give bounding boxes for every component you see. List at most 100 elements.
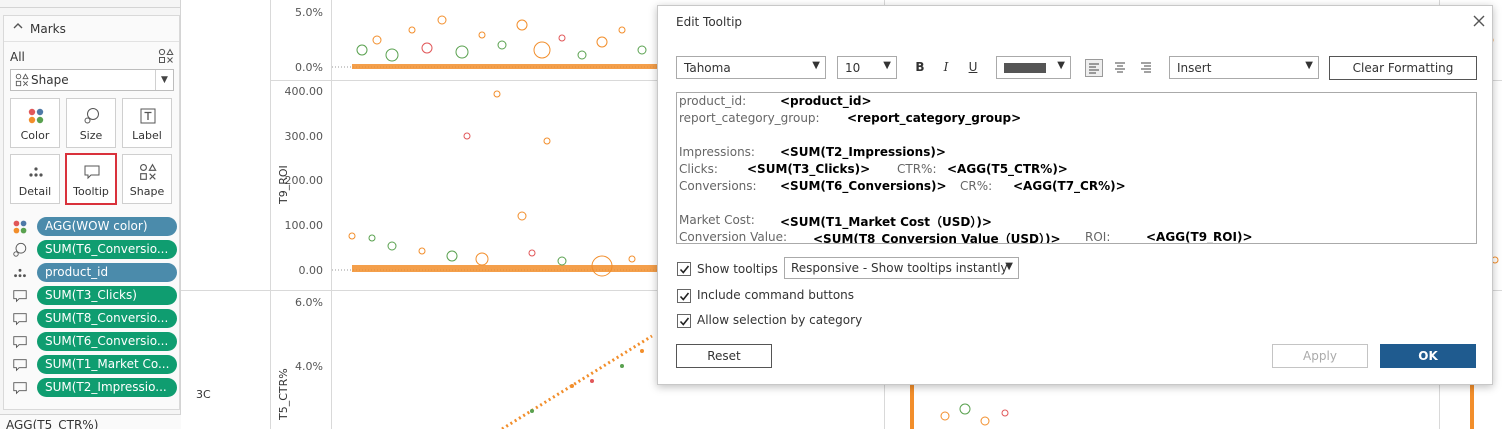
align-center-icon[interactable] bbox=[1112, 59, 1130, 77]
font-family-select[interactable]: Tahoma ▼ bbox=[676, 56, 826, 79]
next-card-title: AGG(T5_CTR%) bbox=[6, 418, 99, 429]
field-pill[interactable]: SUM(T6_Conversio... bbox=[37, 332, 177, 351]
axis-tick-label: 300.00 bbox=[284, 130, 324, 143]
font-size-value: 10 bbox=[845, 61, 861, 75]
chevron-down-icon[interactable]: ▼ bbox=[155, 70, 173, 90]
size-icon bbox=[12, 242, 28, 258]
marks-all-label: All bbox=[10, 50, 25, 64]
insert-menu[interactable]: Insert ▼ bbox=[1169, 56, 1319, 79]
tooltip-text: report_category_group: bbox=[679, 111, 820, 125]
reset-button[interactable]: Reset bbox=[676, 344, 772, 368]
axis-tick-label: 0.0% bbox=[295, 61, 323, 74]
font-family-value: Tahoma bbox=[684, 61, 731, 75]
axis-title-roi: T9_ROI bbox=[277, 165, 290, 204]
tooltip-text: CR%: bbox=[960, 179, 993, 193]
tooltip-field: <report_category_group> bbox=[847, 111, 1022, 125]
marks-pill-row[interactable]: SUM(T6_Conversio... bbox=[10, 240, 178, 260]
marks-card-header[interactable]: Marks bbox=[4, 16, 179, 42]
marks-pill-row[interactable]: SUM(T1_Market Co... bbox=[10, 355, 178, 375]
shape-icon bbox=[158, 48, 174, 64]
detail-icon bbox=[12, 265, 28, 281]
axis-tick-label: 5.0% bbox=[295, 6, 323, 19]
field-pill[interactable]: SUM(T3_Clicks) bbox=[37, 286, 177, 305]
tooltip-button[interactable]: Tooltip bbox=[65, 153, 117, 205]
shape-button-label: Shape bbox=[129, 185, 165, 198]
include-command-buttons-label: Include command buttons bbox=[697, 288, 855, 302]
tooltip-field: <SUM(T6_Conversions)> bbox=[780, 179, 947, 193]
field-pill[interactable]: SUM(T8_Conversio... bbox=[37, 309, 177, 328]
axis-tick-label: 4.0% bbox=[295, 360, 323, 373]
marks-pill-row[interactable]: product_id bbox=[10, 263, 178, 283]
axis-tick-label: 0.00 bbox=[298, 264, 324, 277]
underline-button[interactable]: U bbox=[966, 60, 980, 74]
field-pill[interactable]: product_id bbox=[37, 263, 177, 282]
clear-formatting-button[interactable]: Clear Formatting bbox=[1329, 56, 1477, 80]
tooltip-text: Clicks: bbox=[679, 162, 718, 176]
font-color-swatch bbox=[1004, 63, 1046, 73]
show-tooltips-label: Show tooltips bbox=[697, 262, 778, 276]
include-command-buttons-checkbox[interactable] bbox=[677, 289, 691, 303]
axis-title-ctr: T5_CTR% bbox=[277, 368, 290, 420]
shape-icon bbox=[15, 73, 29, 87]
tooltip-field: <SUM(T2_Impressions)> bbox=[780, 145, 946, 159]
tooltip-field: <product_id> bbox=[780, 94, 872, 108]
font-size-select[interactable]: 10 ▼ bbox=[837, 56, 897, 79]
dialog-title: Edit Tooltip bbox=[676, 15, 743, 29]
marks-pill-row[interactable]: SUM(T3_Clicks) bbox=[10, 286, 178, 306]
label-icon bbox=[139, 107, 157, 125]
size-button[interactable]: Size bbox=[66, 98, 116, 148]
field-pill[interactable]: SUM(T6_Conversio... bbox=[37, 240, 177, 259]
italic-button[interactable]: I bbox=[939, 60, 953, 74]
detail-button[interactable]: Detail bbox=[10, 154, 60, 204]
marks-pill-row[interactable]: AGG(WOW color) bbox=[10, 217, 178, 237]
tooltip-text: Impressions: bbox=[679, 145, 755, 159]
tooltip-button-label: Tooltip bbox=[73, 185, 109, 198]
axis-tick-label: 400.00 bbox=[284, 85, 324, 98]
shape-button[interactable]: Shape bbox=[122, 154, 172, 204]
tooltip-field: <AGG(T9_ROI)> bbox=[1146, 230, 1253, 244]
size-icon bbox=[83, 107, 101, 125]
axis-tick-label: 200.00 bbox=[284, 174, 324, 187]
color-button-label: Color bbox=[20, 129, 50, 142]
tooltip-mode-select[interactable]: Responsive - Show tooltips instantly ▼ bbox=[784, 257, 1019, 279]
allow-selection-checkbox[interactable] bbox=[677, 314, 691, 328]
tooltip-field: <SUM(T3_Clicks)> bbox=[747, 162, 871, 176]
scatter-pane-top bbox=[332, 15, 658, 69]
tooltip-text: Market Cost: bbox=[679, 213, 755, 227]
marks-card: Marks All Shape ▼ Color Size Label Detai… bbox=[3, 15, 180, 410]
tooltip-text: ROI: bbox=[1085, 230, 1111, 244]
tooltip-text: CTR%: bbox=[897, 162, 937, 176]
mark-type-dropdown[interactable]: Shape ▼ bbox=[10, 69, 174, 91]
chevron-down-icon: ▼ bbox=[1305, 60, 1313, 71]
align-left-icon[interactable] bbox=[1085, 59, 1103, 77]
field-pill[interactable]: SUM(T2_Impressio... bbox=[37, 378, 177, 397]
align-right-icon[interactable] bbox=[1138, 59, 1156, 77]
label-button[interactable]: Label bbox=[122, 98, 172, 148]
bold-button[interactable]: B bbox=[913, 60, 927, 74]
tooltip-field: <SUM(T8_Conversion Value（USD）)> bbox=[813, 232, 1061, 244]
edit-tooltip-dialog: Edit Tooltip Tahoma ▼ 10 ▼ B I U ▼ Inser… bbox=[657, 5, 1493, 385]
tooltip-field: <AGG(T7_CR%)> bbox=[1013, 179, 1126, 193]
color-dots-icon bbox=[12, 219, 28, 235]
ok-button[interactable]: OK bbox=[1380, 344, 1476, 368]
size-button-label: Size bbox=[79, 129, 103, 142]
tooltip-icon bbox=[83, 163, 101, 181]
tableau-workspace: Marks All Shape ▼ Color Size Label Detai… bbox=[0, 0, 1502, 429]
close-icon[interactable] bbox=[1471, 13, 1487, 29]
tooltip-text: product_id: bbox=[679, 94, 747, 108]
marks-pill-row[interactable]: SUM(T8_Conversio... bbox=[10, 309, 178, 329]
chevron-down-icon: ▼ bbox=[812, 60, 820, 71]
insert-label: Insert bbox=[1177, 61, 1212, 75]
font-color-picker[interactable]: ▼ bbox=[996, 56, 1071, 79]
next-card-header[interactable]: AGG(T5_CTR%) bbox=[0, 414, 181, 429]
show-tooltips-checkbox[interactable] bbox=[677, 262, 691, 276]
apply-button[interactable]: Apply bbox=[1272, 344, 1368, 368]
field-pill[interactable]: AGG(WOW color) bbox=[37, 217, 177, 236]
tooltip-editor[interactable]: product_id: <product_id> report_category… bbox=[676, 92, 1477, 244]
tooltip-field: <SUM(T1_Market Cost（USD）)> bbox=[780, 215, 992, 229]
chevron-up-icon[interactable] bbox=[13, 21, 23, 34]
marks-pill-row[interactable]: SUM(T6_Conversio... bbox=[10, 332, 178, 352]
marks-pill-row[interactable]: SUM(T2_Impressio... bbox=[10, 378, 178, 398]
color-button[interactable]: Color bbox=[10, 98, 60, 148]
field-pill[interactable]: SUM(T1_Market Co... bbox=[37, 355, 177, 374]
